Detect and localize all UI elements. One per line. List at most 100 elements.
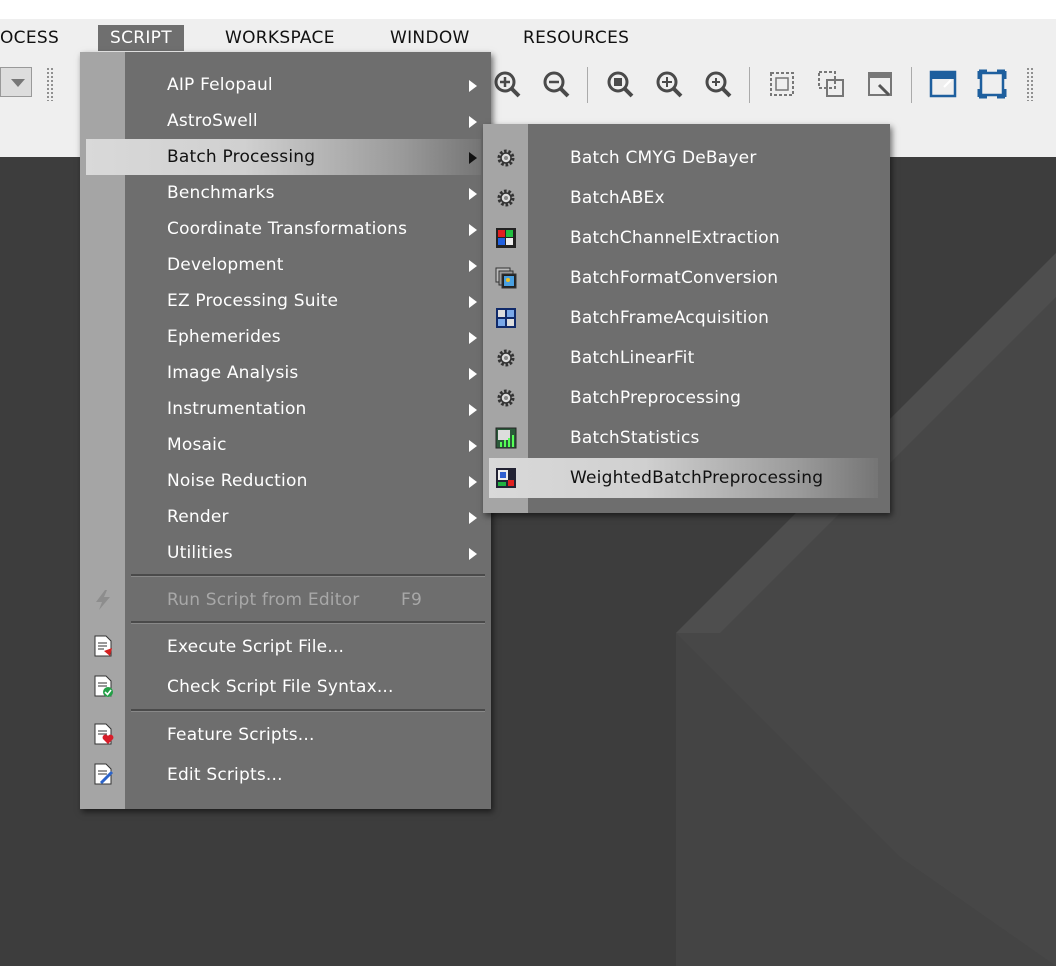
menu-item-label: Batch CMYG DeBayer [570,148,757,168]
menu-item-batch-processing[interactable]: Batch Processing [86,139,481,175]
submenu-arrow-icon [469,512,477,524]
menu-item-noise-reduction[interactable]: Noise Reduction [80,463,491,499]
zoom-window-icon[interactable] [703,69,733,99]
menu-item-label: Instrumentation [167,399,307,419]
restore-window-icon[interactable] [865,69,895,99]
zoom-fit-icon[interactable] [605,69,635,99]
menu-item-aip-felopaul[interactable]: AIP Felopaul [80,67,491,103]
submenu-arrow-icon [469,476,477,488]
menu-item-feature-scripts[interactable]: Feature Scripts... [80,715,491,755]
menu-item-execute-script-file[interactable]: Execute Script File... [80,627,491,667]
frame-acquisition-icon [496,308,516,328]
menu-item-render[interactable]: Render [80,499,491,535]
menu-item-label: AIP Felopaul [167,75,273,95]
gear-icon [497,149,515,167]
submenu-arrow-icon [469,116,477,128]
menu-item-label: BatchLinearFit [570,348,695,368]
menu-resources[interactable]: RESOURCES [511,25,641,51]
submenu-item-batchpreprocessing[interactable]: BatchPreprocessing [483,378,890,418]
menu-script[interactable]: SCRIPT [98,25,184,51]
menu-separator [131,621,485,624]
menu-item-check-script-syntax[interactable]: Check Script File Syntax... [80,667,491,707]
menu-item-benchmarks[interactable]: Benchmarks [80,175,491,211]
menu-item-label: BatchABEx [570,188,665,208]
submenu-item-batchchannelextraction[interactable]: BatchChannelExtraction [483,218,890,258]
menu-item-label: Mosaic [167,435,227,455]
weighted-preprocessing-icon [496,468,516,488]
gear-icon [497,189,515,207]
menu-item-instrumentation[interactable]: Instrumentation [80,391,491,427]
zoom-actual-icon[interactable] [654,69,684,99]
channel-extraction-icon [496,228,516,248]
toolbar-grip[interactable] [46,67,54,101]
submenu-item-batchabex[interactable]: BatchABEx [483,178,890,218]
toolbar-separator [587,67,588,103]
menu-item-label: AstroSwell [167,111,258,131]
toolbar-separator [749,67,750,103]
maximize-window-icon[interactable] [928,69,958,99]
menu-item-label: BatchStatistics [570,428,700,448]
menu-item-edit-scripts[interactable]: Edit Scripts... [80,755,491,795]
menu-item-label: Ephemerides [167,327,281,347]
zoom-in-icon[interactable] [492,69,522,99]
title-strip [0,0,1056,19]
submenu-item-weightedbatchpreprocessing[interactable]: WeightedBatchPreprocessing [489,458,878,498]
select-frame-icon[interactable] [767,69,797,99]
submenu-arrow-icon [469,152,477,164]
edit-scripts-icon [94,763,114,785]
menu-item-mosaic[interactable]: Mosaic [80,427,491,463]
chevron-down-icon [11,79,25,87]
submenu-item-batchformatconversion[interactable]: BatchFormatConversion [483,258,890,298]
menu-item-run-script-from-editor: Run Script from Editor F9 [80,580,491,620]
toolbar-grip[interactable] [1026,67,1034,101]
menu-item-label: Render [167,507,229,527]
menu-separator [131,574,485,577]
submenu-arrow-icon [469,296,477,308]
menu-item-coordinate-transformations[interactable]: Coordinate Transformations [80,211,491,247]
submenu-arrow-icon [469,548,477,560]
menu-item-label: Benchmarks [167,183,275,203]
check-syntax-icon [94,675,113,697]
menu-workspace[interactable]: WORKSPACE [213,25,347,51]
menu-item-label: Batch Processing [167,147,316,167]
menu-item-label: Run Script from Editor [167,590,360,610]
menu-item-label: Edit Scripts... [167,765,283,785]
menu-item-label: Utilities [167,543,233,563]
fullscreen-icon[interactable] [977,69,1007,99]
menu-item-astroswell[interactable]: AstroSwell [80,103,491,139]
submenu-arrow-icon [469,224,477,236]
submenu-arrow-icon [469,368,477,380]
combo-box[interactable] [0,67,32,97]
submenu-arrow-icon [469,80,477,92]
feature-scripts-icon [94,723,114,745]
menu-item-label: BatchChannelExtraction [570,228,780,248]
cascade-frame-icon[interactable] [816,69,846,99]
submenu-item-batchstatistics[interactable]: BatchStatistics [483,418,890,458]
submenu-item-batchlinearfit[interactable]: BatchLinearFit [483,338,890,378]
menu-item-development[interactable]: Development [80,247,491,283]
submenu-arrow-icon [469,440,477,452]
shortcut-label: F9 [401,590,422,610]
menu-separator [131,709,485,712]
menu-item-ephemerides[interactable]: Ephemerides [80,319,491,355]
zoom-out-icon[interactable] [541,69,571,99]
menu-item-label: Coordinate Transformations [167,219,408,239]
menu-item-ez-processing-suite[interactable]: EZ Processing Suite [80,283,491,319]
menu-item-image-analysis[interactable]: Image Analysis [80,355,491,391]
menu-item-label: Execute Script File... [167,637,345,657]
lightning-icon [96,590,110,610]
format-conversion-icon [495,267,517,289]
submenu-arrow-icon [469,188,477,200]
submenu-item-batchframeacquisition[interactable]: BatchFrameAcquisition [483,298,890,338]
menu-item-label: Development [167,255,284,275]
menu-item-label: BatchPreprocessing [570,388,742,408]
menu-item-label: WeightedBatchPreprocessing [570,468,824,488]
menu-item-utilities[interactable]: Utilities [80,535,491,571]
menu-process[interactable]: OCESS [0,25,71,51]
submenu-item-batch-cmyg-debayer[interactable]: Batch CMYG DeBayer [483,138,890,178]
menu-window[interactable]: WINDOW [378,25,482,51]
menu-item-label: BatchFormatConversion [570,268,779,288]
menu-item-label: Check Script File Syntax... [167,677,394,697]
execute-script-icon [94,635,112,657]
menu-item-label: Feature Scripts... [167,725,315,745]
